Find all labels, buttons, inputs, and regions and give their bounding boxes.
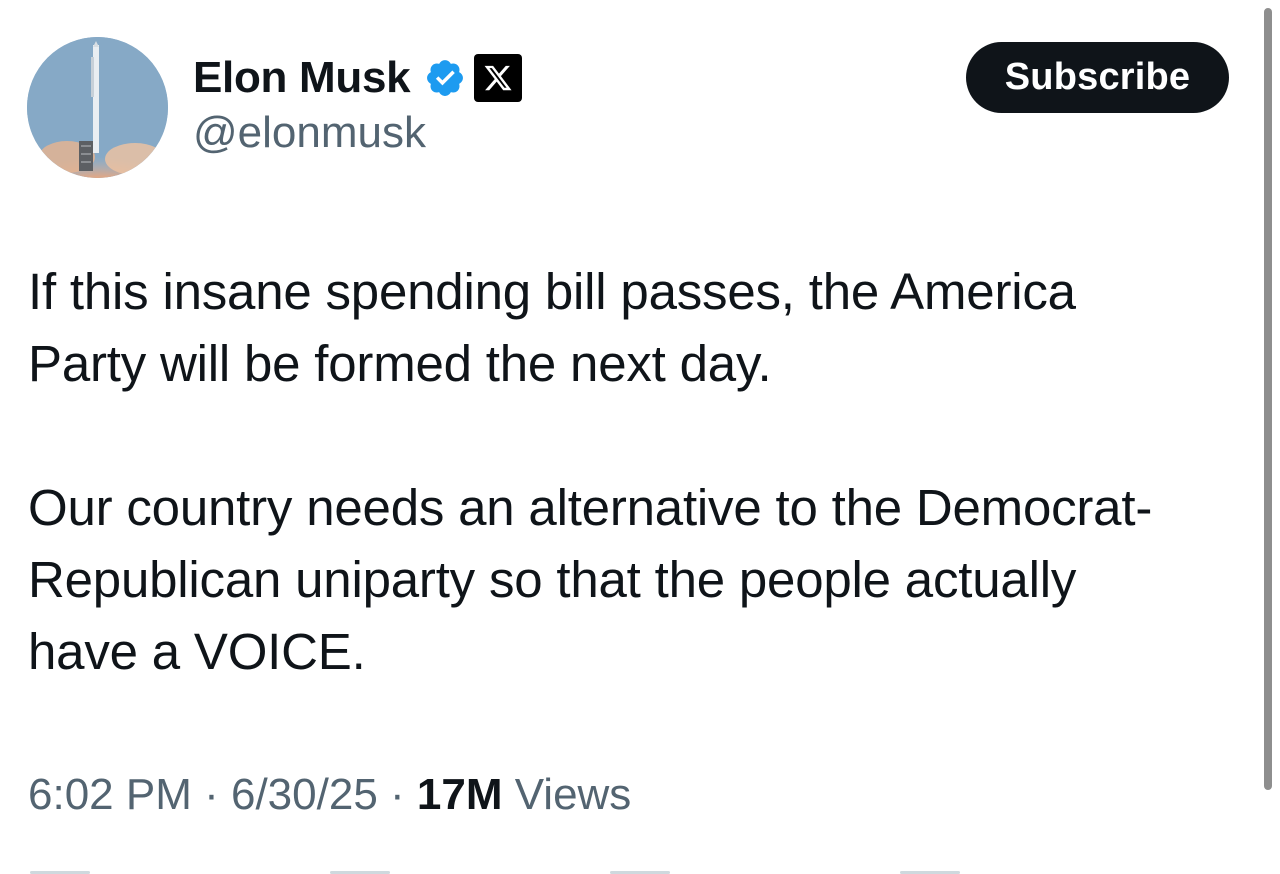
author-name-row: Elon Musk: [193, 50, 523, 106]
views-label: Views: [514, 770, 632, 819]
avatar[interactable]: [27, 37, 168, 178]
scrollbar-thumb[interactable]: [1264, 8, 1272, 790]
tweet-card: Elon Musk @elonmusk Subscribe If this in…: [0, 0, 1262, 874]
views-count[interactable]: 17M: [417, 770, 503, 819]
action-bar-edge: [0, 866, 1262, 874]
tweet-text: If this insane spending bill passes, the…: [28, 256, 1253, 688]
rocket-launch-avatar-icon: [27, 37, 168, 178]
tweet-time[interactable]: 6:02 PM: [28, 770, 192, 819]
verified-badge-icon[interactable]: [424, 57, 466, 99]
tweet-date[interactable]: 6/30/25: [231, 770, 378, 819]
x-logo-icon[interactable]: [474, 54, 523, 102]
meta-separator: ·: [191, 770, 231, 819]
meta-separator: ·: [377, 770, 417, 819]
author-block: Elon Musk @elonmusk: [193, 50, 523, 158]
tweet-meta: 6:02 PM · 6/30/25 · 17M Views: [28, 770, 631, 820]
tweet-paragraph: If this insane spending bill passes, the…: [28, 263, 1076, 392]
author-handle[interactable]: @elonmusk: [193, 108, 522, 158]
author-display-name[interactable]: Elon Musk: [193, 53, 411, 103]
tweet-paragraph: Our country needs an alternative to the …: [28, 479, 1153, 680]
subscribe-button[interactable]: Subscribe: [966, 42, 1229, 113]
